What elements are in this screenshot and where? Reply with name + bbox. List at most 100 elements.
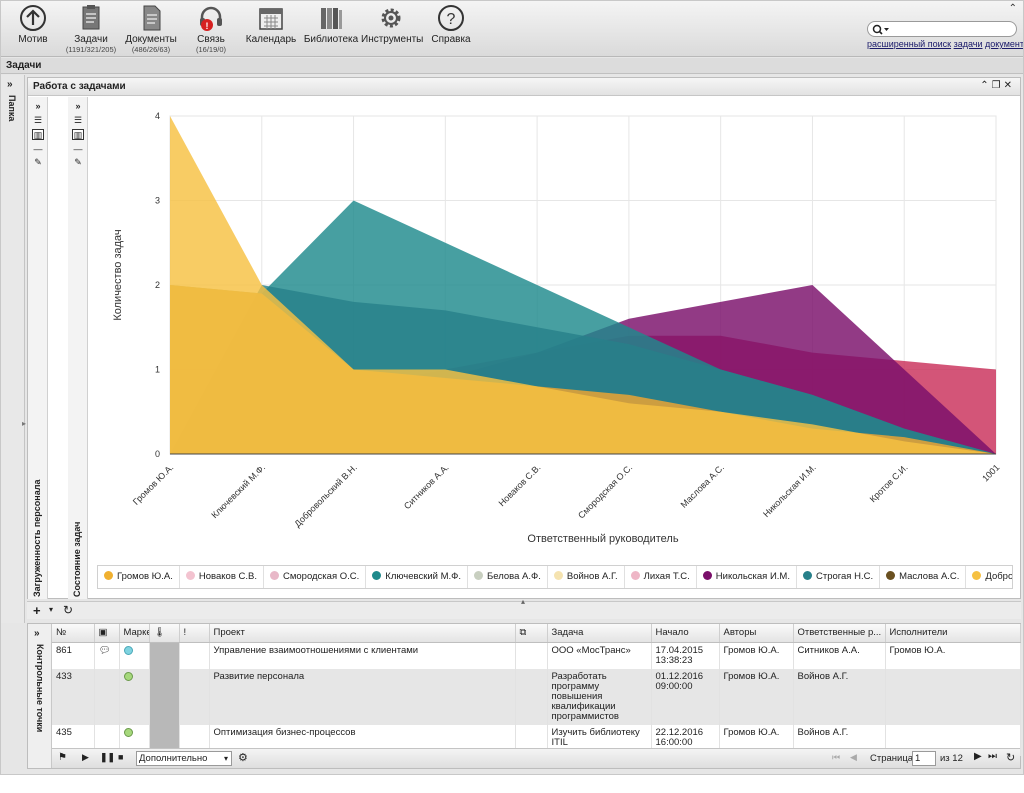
legend-label: Строгая Н.С.: [815, 571, 874, 582]
refresh-icon[interactable]: ↻: [1006, 751, 1015, 764]
collapse-up-icon[interactable]: ⌃: [1009, 3, 1017, 14]
expand-icon[interactable]: »: [7, 79, 13, 90]
toolbar-calendar-button[interactable]: Календарь: [241, 3, 301, 45]
splitter-handle[interactable]: ▴: [521, 597, 525, 606]
toolbar-tools-button[interactable]: Инструменты: [361, 3, 424, 45]
panel-title: Работа с задачами: [33, 81, 126, 92]
toolbar-label: Мотив: [18, 34, 48, 45]
col-header-attachment[interactable]: ▣: [94, 624, 120, 643]
chart-legend: Громов Ю.А. Новаков С.В. Смородская О.С. Кл…: [97, 565, 1013, 589]
restore-icon[interactable]: ❐: [992, 80, 1004, 91]
side-label-workload: Загруженность персонала: [32, 479, 42, 597]
toolbar-documents-button[interactable]: Документы (486/26/63): [121, 3, 181, 54]
col-header-project[interactable]: Проект: [209, 624, 516, 643]
col-header-task[interactable]: Задача: [547, 624, 652, 643]
x-tick-label: Ключевский М.Ф.: [209, 462, 267, 520]
legend-item[interactable]: Новаков С.В.: [180, 566, 264, 588]
play-icon[interactable]: ▶: [82, 752, 89, 763]
toolbar-communication-button[interactable]: ! Связь (16/19/0): [181, 3, 241, 54]
close-icon[interactable]: ✕: [1004, 80, 1015, 91]
toolbar-motiv-button[interactable]: Мотив: [3, 3, 63, 45]
collapse-icon[interactable]: ⌃: [980, 80, 991, 91]
flag-icon[interactable]: ⚑: [58, 752, 67, 763]
splitter-handle[interactable]: ▸: [22, 419, 26, 428]
books-icon: [321, 8, 342, 29]
col-header-number[interactable]: №: [52, 624, 95, 643]
legend-item[interactable]: Ключевский М.Ф.: [366, 566, 469, 588]
marker-dot: [123, 645, 133, 655]
cell-link: [515, 642, 548, 669]
toolbar-label: Инструменты: [361, 34, 424, 45]
legend-item[interactable]: Войнов А.Г.: [548, 566, 625, 588]
col-header-authors[interactable]: Авторы: [719, 624, 794, 643]
legend-item[interactable]: Добровольский В.Н.: [966, 566, 1013, 588]
tasks-table: № ▣ Марке 🌡︎ ! Проект ⧉ Задача Начало Ав…: [52, 624, 1021, 756]
page-input[interactable]: 1: [912, 751, 936, 766]
legend-swatch: [269, 571, 279, 580]
refresh-icon[interactable]: ↻: [63, 603, 73, 617]
chart-icon[interactable]: ▥: [72, 129, 84, 140]
folder-label: Папка: [7, 95, 17, 122]
expand-icon[interactable]: »: [32, 101, 44, 112]
x-axis-title: Ответственный руководитель: [527, 533, 678, 545]
legend-item[interactable]: Никольская И.М.: [697, 566, 797, 588]
col-header-link[interactable]: ⧉: [515, 624, 548, 643]
search-tasks-link[interactable]: задачи: [954, 39, 983, 49]
toolbar-counter: (16/19/0): [195, 45, 227, 54]
legend-label: Добровольский В.Н.: [985, 571, 1013, 582]
dropdown-icon[interactable]: ▾: [49, 605, 53, 614]
expand-icon[interactable]: »: [34, 628, 40, 639]
col-header-marker[interactable]: Марке: [119, 624, 150, 643]
legend-swatch: [372, 571, 382, 580]
expand-icon[interactable]: »: [72, 101, 84, 112]
pencil-icon[interactable]: ✎: [72, 157, 84, 168]
cell-project: Управление взаимоотношениями с клиентами: [209, 642, 516, 669]
headset-icon: !: [200, 6, 222, 31]
toolbar-counter: (486/26/63): [131, 45, 171, 54]
page-count: из 12: [940, 753, 963, 764]
col-header-priority[interactable]: !: [179, 624, 210, 643]
minus-icon[interactable]: —: [32, 144, 44, 155]
legend-item[interactable]: Белова А.Ф.: [468, 566, 548, 588]
legend-item[interactable]: Смородская О.С.: [264, 566, 367, 588]
app-window: Мотив Задачи (1191/321/205) Документы (4…: [0, 0, 1024, 775]
next-page-icon[interactable]: ▶: [974, 751, 982, 762]
cell-authors: Громов Ю.А.: [719, 642, 794, 669]
first-page-icon[interactable]: ⏮: [832, 752, 840, 763]
legend-item[interactable]: Лихая Т.С.: [625, 566, 697, 588]
legend-item[interactable]: Маслова А.С.: [880, 566, 967, 588]
col-header-start[interactable]: Начало: [651, 624, 720, 643]
col-header-executors[interactable]: Исполнители: [885, 624, 1021, 643]
legend-item[interactable]: Строгая Н.С.: [797, 566, 881, 588]
list-icon[interactable]: ☰: [72, 115, 84, 126]
toolbar-tasks-button[interactable]: Задачи (1191/321/205): [61, 3, 121, 54]
cell-task: Разработать программу повышения квалифик…: [547, 668, 652, 725]
pencil-icon[interactable]: ✎: [32, 157, 44, 168]
col-header-temperature[interactable]: 🌡︎: [149, 624, 180, 643]
legend-item[interactable]: Громов Ю.А.: [98, 566, 180, 588]
toolbar-library-button[interactable]: Библиотека: [301, 3, 361, 45]
legend-swatch: [474, 571, 484, 580]
last-page-icon[interactable]: ⏭: [988, 751, 997, 762]
add-icon[interactable]: +: [33, 603, 41, 618]
toolbar-help-button[interactable]: ? Справка: [421, 3, 481, 45]
table-row[interactable]: 861 💬︎ Управление взаимоотношениями с кл…: [52, 642, 1021, 669]
legend-label: Смородская О.С.: [282, 571, 360, 582]
folder-strip[interactable]: » Папка ▸: [1, 75, 26, 623]
mode-select[interactable]: Дополнительно ▾: [136, 751, 232, 766]
stop-icon[interactable]: ■: [118, 752, 123, 762]
search-input[interactable]: [867, 21, 1017, 37]
pause-icon[interactable]: ❚❚: [100, 752, 115, 763]
list-icon[interactable]: ☰: [32, 115, 44, 126]
x-tick-label: Смородская О.С.: [576, 462, 634, 520]
search-documents-link[interactable]: документы: [985, 39, 1023, 49]
minus-icon[interactable]: —: [72, 144, 84, 155]
panel-mini-toolbar: + ▾ ↻ ▴: [27, 597, 1021, 619]
table-row[interactable]: 433 Развитие персонала Разработать прогр…: [52, 668, 1021, 725]
settings-refresh-icon[interactable]: ⚙: [238, 751, 248, 764]
chart-icon[interactable]: ▥: [32, 129, 44, 140]
prev-page-icon[interactable]: ◀: [850, 752, 857, 763]
col-header-responsible[interactable]: Ответственные р...: [793, 624, 886, 643]
toolbar-label: Задачи: [74, 34, 108, 45]
advanced-search-link[interactable]: расширенный поиск: [867, 39, 951, 49]
